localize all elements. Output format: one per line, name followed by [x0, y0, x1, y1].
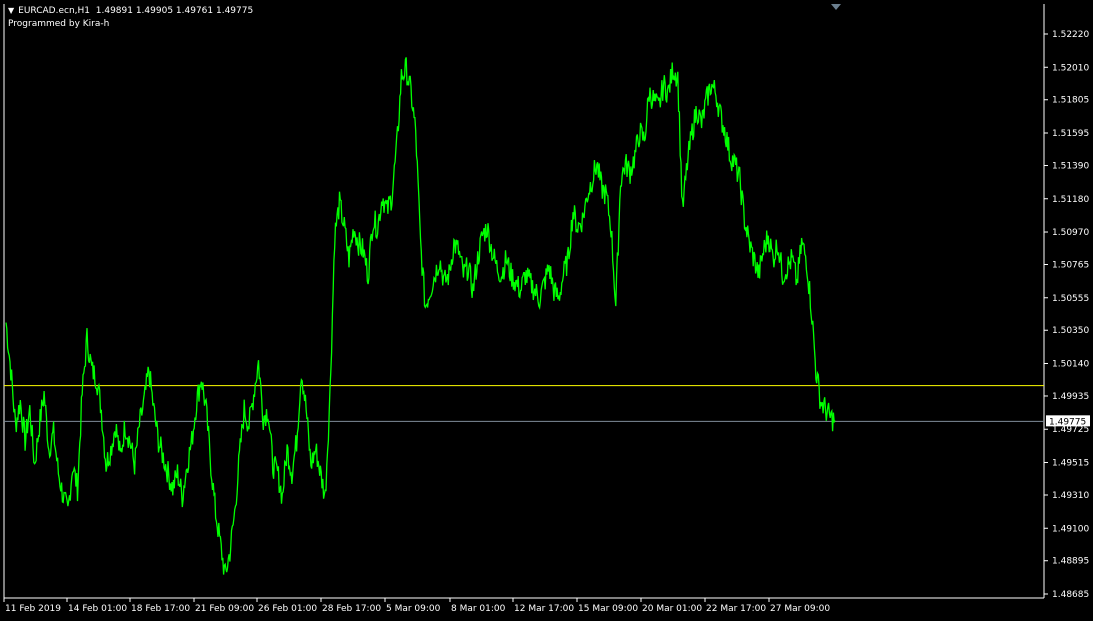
- x-tick-label: 18 Feb 17:00: [131, 604, 190, 614]
- y-tick-label: 1.50350: [1052, 326, 1089, 336]
- y-tick-label: 1.52220: [1052, 30, 1089, 40]
- y-tick-label: 1.49100: [1052, 524, 1089, 534]
- y-tick-label: 1.50140: [1052, 360, 1089, 370]
- x-tick-label: 26 Feb 01:00: [258, 604, 317, 614]
- x-tick-label: 14 Feb 01:00: [68, 604, 127, 614]
- y-tick-label: 1.51805: [1052, 96, 1089, 106]
- y-tick-label: 1.50765: [1052, 260, 1089, 270]
- indicator-label: Programmed by Kira-h: [8, 19, 110, 29]
- x-tick-label: 28 Feb 17:00: [322, 604, 381, 614]
- symbol-ohlc-header: ▼ EURCAD.ecn,H1 1.49891 1.49905 1.49761 1…: [8, 6, 253, 16]
- y-tick-label: 1.52010: [1052, 63, 1089, 73]
- y-tick-label: 1.51390: [1052, 161, 1089, 171]
- chart-window: 1.52220 1.52010 1.51805 1.51595 1.51390 1.511…: [0, 0, 1093, 621]
- y-tick-label: 1.48685: [1052, 590, 1089, 600]
- dropdown-triangle-icon[interactable]: ▼: [8, 6, 14, 15]
- y-tick-label: 1.49515: [1052, 459, 1089, 469]
- current-price-label: 1.49775: [1049, 417, 1086, 427]
- x-tick-label: 20 Mar 01:00: [642, 604, 702, 614]
- ohlc-values: 1.49891 1.49905 1.49761 1.49775: [95, 6, 254, 16]
- x-tick-label: 21 Feb 09:00: [195, 604, 254, 614]
- y-tick-label: 1.51180: [1052, 195, 1089, 205]
- x-tick-label: 22 Mar 17:00: [706, 604, 766, 614]
- y-tick-label: 1.49935: [1052, 392, 1089, 402]
- x-tick-label: 15 Mar 09:00: [578, 604, 638, 614]
- x-tick-label: 27 Mar 09:00: [770, 604, 830, 614]
- chart-shift-marker-icon[interactable]: [831, 4, 841, 10]
- y-tick-label: 1.50970: [1052, 228, 1089, 238]
- symbol-name: EURCAD.ecn,H1: [18, 6, 91, 16]
- price-line-series: [5, 57, 836, 575]
- x-tick-label: 5 Mar 09:00: [386, 604, 441, 614]
- x-tick-label: 11 Feb 2019: [5, 604, 61, 614]
- y-tick-label: 1.48895: [1052, 557, 1089, 567]
- price-chart: 1.52220 1.52010 1.51805 1.51595 1.51390 1.511…: [3, 4, 1090, 614]
- x-tick-label: 12 Mar 17:00: [514, 604, 574, 614]
- y-tick-label: 1.51595: [1052, 129, 1089, 139]
- y-tick-label: 1.50555: [1052, 294, 1089, 304]
- x-tick-label: 8 Mar 01:00: [451, 604, 506, 614]
- y-tick-label: 1.49310: [1052, 491, 1089, 501]
